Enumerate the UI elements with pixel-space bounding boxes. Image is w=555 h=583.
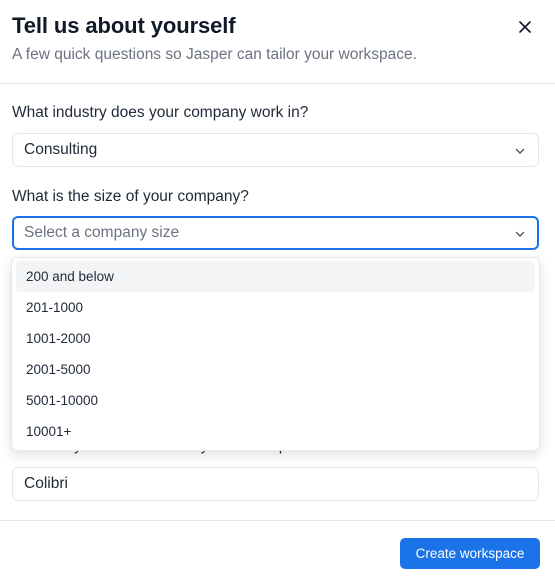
close-icon	[519, 21, 531, 33]
option-10001-plus[interactable]: 10001+	[16, 416, 535, 447]
dialog-title: Tell us about yourself	[12, 13, 236, 38]
industry-label: What industry does your company work in?	[12, 104, 309, 121]
dialog-subtitle: A few quick questions so Jasper can tail…	[12, 46, 417, 63]
option-200-and-below[interactable]: 200 and below	[16, 261, 535, 292]
create-workspace-button[interactable]: Create workspace	[400, 538, 540, 569]
footer-divider	[0, 520, 555, 521]
chevron-down-icon	[515, 231, 525, 237]
industry-value: Consulting	[24, 141, 98, 158]
industry-select[interactable]: Consulting	[12, 133, 539, 167]
option-2001-5000[interactable]: 2001-5000	[16, 354, 535, 385]
workspace-name-input[interactable]	[12, 467, 539, 501]
option-201-1000[interactable]: 201-1000	[16, 292, 535, 323]
company-size-dropdown: 200 and below 201-1000 1001-2000 2001-50…	[11, 257, 540, 451]
dialog-header: Tell us about yourself A few quick quest…	[0, 0, 555, 84]
company-size-select[interactable]: Select a company size	[12, 216, 539, 250]
company-size-label: What is the size of your company?	[12, 188, 249, 205]
option-5001-10000[interactable]: 5001-10000	[16, 385, 535, 416]
option-1001-2000[interactable]: 1001-2000	[16, 323, 535, 354]
chevron-down-icon	[515, 148, 525, 154]
company-size-placeholder: Select a company size	[24, 224, 180, 241]
close-button[interactable]	[514, 16, 536, 38]
